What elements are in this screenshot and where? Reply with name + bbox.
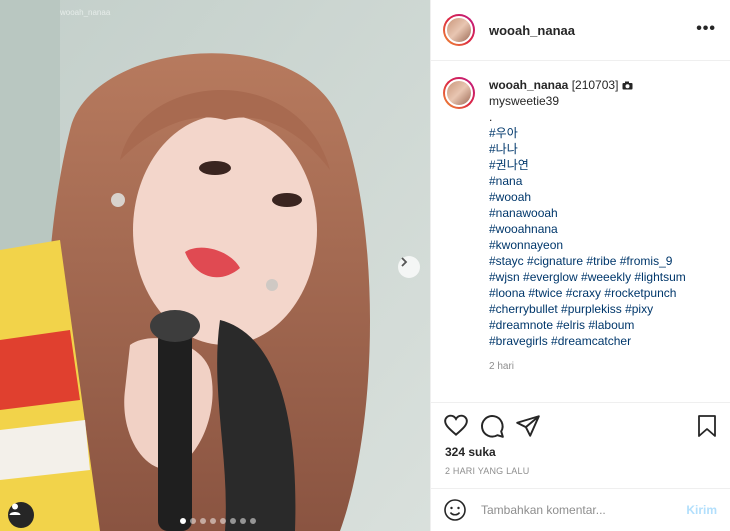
post-comment-button[interactable]: Kirim <box>686 503 717 517</box>
post-actions: 324 suka 2 HARI YANG LALU <box>431 402 730 488</box>
watermark-text: wooah_nanaa <box>60 8 111 17</box>
hashtag-line[interactable]: #nanawooah <box>489 205 686 221</box>
carousel-dot <box>190 518 196 524</box>
hashtag-line[interactable]: #nana <box>489 173 686 189</box>
post-image <box>0 0 430 531</box>
hashtag-line[interactable]: #나나 <box>489 141 686 157</box>
caption: wooah_nanaa [210703] mysweetie39 . #우아 #나… <box>431 61 730 401</box>
hashtag-line[interactable]: #cherrybullet #purplekiss #pixy <box>489 301 686 317</box>
comment-box: Kirim <box>431 488 730 531</box>
carousel-dot <box>250 518 256 524</box>
bookmark-icon[interactable] <box>695 413 719 439</box>
carousel-dot <box>230 518 236 524</box>
hashtag-list: #우아 #나나 #권나연 #nana #wooah #nanawooah #wooahnan… <box>489 125 686 349</box>
header-username[interactable]: wooah_nanaa <box>489 23 575 38</box>
hashtag-line[interactable]: #wooahnana <box>489 221 686 237</box>
hashtag-line[interactable]: #dreamnote #elris #laboum <box>489 317 686 333</box>
hashtag-line[interactable]: #우아 <box>489 125 686 141</box>
carousel-dot <box>210 518 216 524</box>
more-horizontal-icon[interactable]: ••• <box>696 20 716 38</box>
post-photo[interactable]: wooah_nanaa <box>0 0 430 531</box>
hashtag-line[interactable]: #loona #twice #craxy #rocketpunch <box>489 285 686 301</box>
hashtag-line[interactable]: #wooah <box>489 189 686 205</box>
comment-input[interactable] <box>479 502 673 518</box>
caption-time: 2 hari <box>489 361 515 372</box>
heart-icon[interactable] <box>443 413 469 439</box>
emoji-icon[interactable] <box>443 498 467 522</box>
avatar[interactable] <box>443 77 475 109</box>
carousel-dot <box>200 518 206 524</box>
hashtag-line[interactable]: #kwonnayeon <box>489 237 686 253</box>
post-sidebar: wooah_nanaa ••• wooah_nanaa [210703] mys… <box>430 0 730 531</box>
caption-username[interactable]: wooah_nanaa <box>489 78 568 92</box>
chevron-right-icon <box>401 257 408 267</box>
camera-icon <box>622 81 633 90</box>
carousel-indicator <box>180 518 256 524</box>
hashtag-line[interactable]: #stayc #cignature #tribe #fromis_9 <box>489 253 686 269</box>
tagged-users-button[interactable] <box>8 502 34 528</box>
next-image-button[interactable] <box>398 256 420 278</box>
hashtag-line[interactable]: #bravegirls #dreamcatcher <box>489 333 686 349</box>
comment-icon[interactable] <box>479 413 505 439</box>
carousel-dot <box>240 518 246 524</box>
likes-count[interactable]: 324 suka <box>445 445 496 459</box>
share-icon[interactable] <box>515 413 541 439</box>
user-icon <box>9 503 21 515</box>
hashtag-line[interactable]: #wjsn #everglow #weeekly #lightsum <box>489 269 686 285</box>
avatar[interactable] <box>443 14 475 46</box>
caption-dot: . <box>489 110 493 124</box>
hashtag-line[interactable]: #권나연 <box>489 157 686 173</box>
carousel-dot <box>220 518 226 524</box>
carousel-dot <box>180 518 186 524</box>
caption-credit: mysweetie39 <box>489 94 560 108</box>
post-date[interactable]: 2 HARI YANG LALU <box>445 466 529 476</box>
post-header: wooah_nanaa ••• <box>431 0 730 61</box>
caption-date-tag: [210703] <box>571 78 619 92</box>
